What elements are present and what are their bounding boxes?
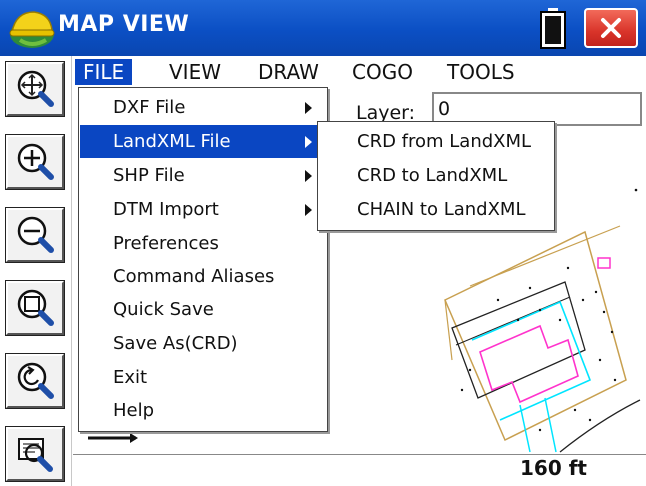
menu-item-save-as-crd[interactable]: Save As(CRD): [80, 327, 326, 360]
menu-file[interactable]: FILE: [75, 59, 133, 85]
zoom-out-icon: [17, 216, 54, 253]
left-toolbar: [0, 56, 72, 486]
menu-bar: FILE VIEW DRAW COGO TOOLS: [73, 56, 646, 86]
zoom-window-icon: [17, 289, 54, 326]
landxml-submenu: CRD from LandXML CRD to LandXML CHAIN to…: [317, 121, 555, 231]
title-bar: MAP VIEW: [0, 0, 646, 56]
menu-item-dxf-file[interactable]: DXF File: [80, 91, 326, 124]
submenu-item-chain-to-landxml[interactable]: CHAIN to LandXML: [319, 193, 553, 227]
menu-item-label: Command Aliases: [113, 266, 275, 287]
zoom-in-icon: [17, 143, 54, 180]
close-icon: [601, 18, 621, 38]
menu-item-label: Exit: [113, 367, 148, 388]
submenu-arrow-icon: [305, 102, 312, 114]
menu-item-label: Preferences: [113, 233, 219, 254]
zoom-window-button[interactable]: [5, 280, 65, 336]
menu-tools[interactable]: TOOLS: [439, 59, 523, 85]
menu-item-landxml-file[interactable]: LandXML File: [80, 125, 326, 158]
menu-item-label: LandXML File: [113, 131, 231, 152]
submenu-arrow-icon: [305, 204, 312, 216]
submenu-item-crd-to-landxml[interactable]: CRD to LandXML: [319, 159, 553, 193]
submenu-arrow-icon: [305, 136, 312, 148]
menu-item-label: SHP File: [113, 165, 185, 186]
zoom-previous-icon: [17, 362, 54, 399]
scale-label: 160 ft: [520, 456, 587, 480]
screen-select-icon: [18, 438, 53, 472]
menu-view[interactable]: VIEW: [161, 59, 229, 85]
menu-item-label: Save As(CRD): [113, 333, 238, 354]
file-menu-dropdown: DXF File LandXML File SHP File DTM Impor…: [78, 87, 328, 432]
zoom-previous-button[interactable]: [5, 353, 65, 409]
menu-cogo[interactable]: COGO: [344, 59, 421, 85]
menu-item-command-aliases[interactable]: Command Aliases: [80, 260, 326, 293]
menu-item-label: Help: [113, 400, 155, 421]
hardhat-logo-icon: [9, 11, 55, 48]
menu-draw[interactable]: DRAW: [250, 59, 327, 85]
menu-item-label: DTM Import: [113, 199, 219, 220]
window-title: MAP VIEW: [58, 12, 190, 37]
zoom-extents-icon: [17, 70, 54, 107]
menu-item-help[interactable]: Help: [80, 394, 326, 427]
menu-item-exit[interactable]: Exit: [80, 361, 326, 394]
menu-item-preferences[interactable]: Preferences: [80, 227, 326, 260]
menu-item-label: Quick Save: [113, 299, 214, 320]
menu-item-dtm-import[interactable]: DTM Import: [80, 193, 326, 226]
zoom-out-button[interactable]: [5, 207, 65, 263]
menu-item-shp-file[interactable]: SHP File: [80, 159, 326, 192]
battery-icon: [540, 8, 566, 49]
screen-select-button[interactable]: [5, 426, 65, 482]
zoom-in-button[interactable]: [5, 134, 65, 190]
menu-item-label: DXF File: [113, 97, 186, 118]
zoom-extents-button[interactable]: [5, 61, 65, 117]
menu-item-quick-save[interactable]: Quick Save: [80, 293, 326, 326]
submenu-arrow-icon: [305, 170, 312, 182]
close-button[interactable]: [584, 8, 638, 48]
submenu-item-crd-from-landxml[interactable]: CRD from LandXML: [319, 125, 553, 159]
